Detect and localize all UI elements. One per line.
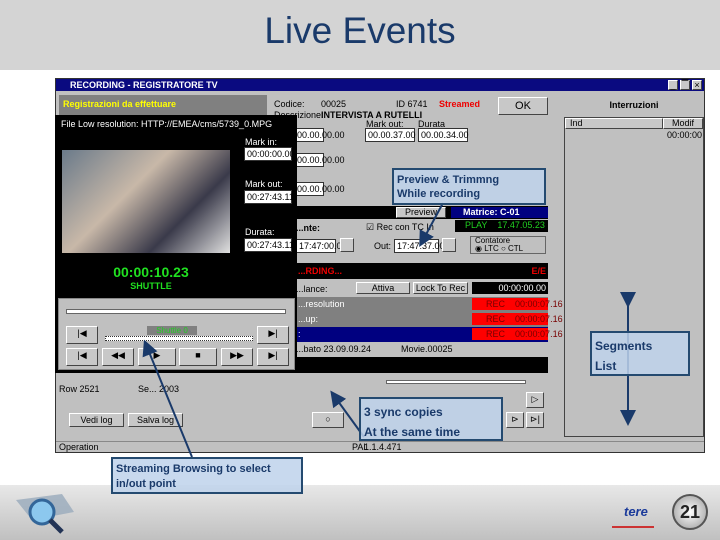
callout-preview: Preview & Trimmng While recording: [392, 168, 546, 205]
arrow-preview: [419, 202, 444, 248]
callout-segments: Segments List: [590, 331, 690, 376]
callout-sync: 3 sync copies At the same time: [359, 397, 503, 441]
arrow-streaming: [142, 339, 193, 458]
annotation-arrows: [142, 202, 636, 458]
page-number-badge: 21: [672, 494, 708, 530]
search-logo-icon: [16, 494, 74, 534]
tere-logo: tere: [612, 498, 654, 528]
callout-streaming: Streaming Browsing to select in/out point: [111, 457, 303, 494]
